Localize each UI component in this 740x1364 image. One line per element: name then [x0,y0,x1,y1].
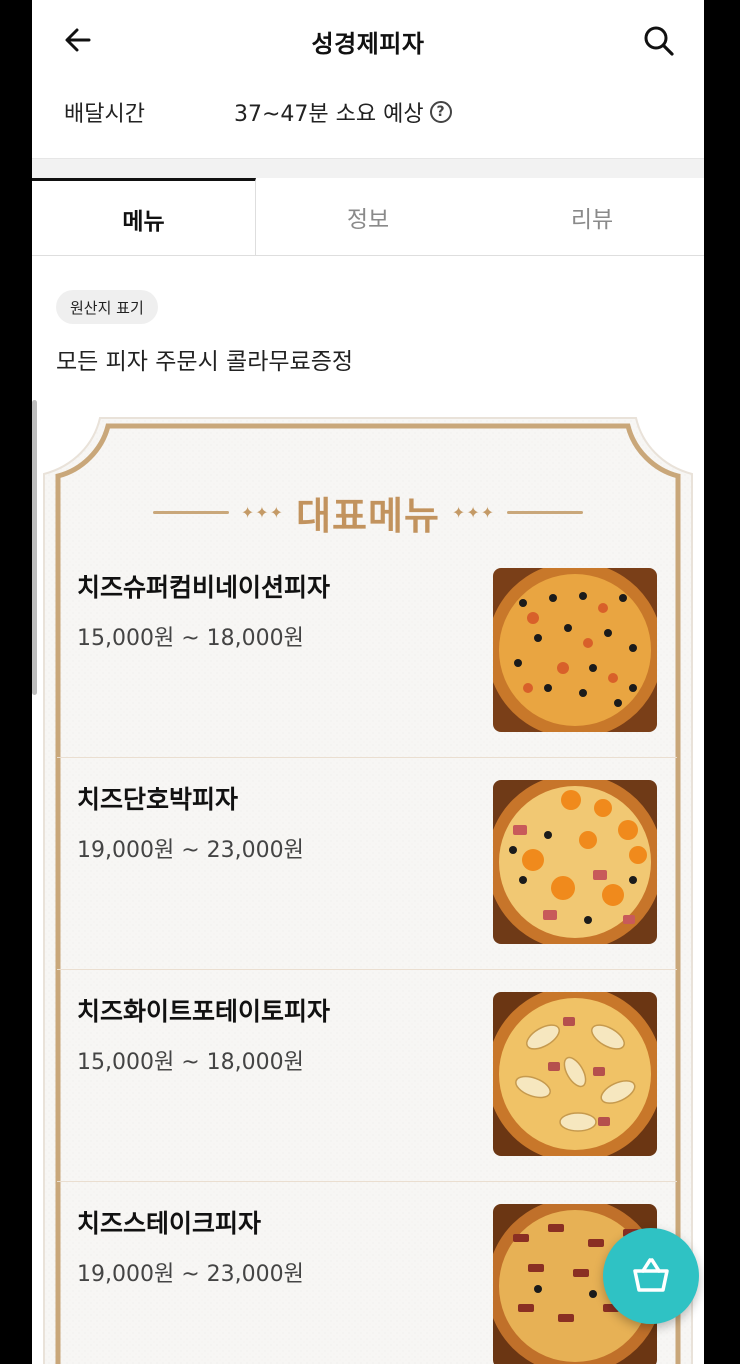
menu-item[interactable]: 치즈슈퍼컴비네이션피자 15,000원 ~ 18,000원 [57,546,677,758]
delivery-time-text: 37~47분 소요 예상 [234,102,424,127]
top-bar: 성경제피자 [32,0,704,80]
menu-item-photo [493,780,657,944]
heading-rule-right [507,510,584,514]
section-divider [32,158,704,178]
menu-item[interactable]: 치즈화이트포테이토피자 15,000원 ~ 18,000원 [57,970,677,1182]
menu-item-name: 치즈단호박피자 [77,785,239,814]
tab-reviews[interactable]: 리뷰 [480,178,704,256]
menu-item[interactable]: 치즈스테이크피자 19,000원 ~ 23,000원 [57,1182,677,1364]
menu-item-name: 치즈슈퍼컴비네이션피자 [77,573,331,602]
menu-item-price: 19,000원 ~ 23,000원 [77,838,304,863]
heading-rule-left [152,510,229,514]
delivery-time-label: 배달시간 [64,102,145,127]
featured-menu-title: 대표메뉴 [296,493,440,538]
page-title: 성경제피자 [311,30,425,58]
cart-button[interactable] [603,1228,699,1324]
menu-item-photo [493,992,657,1156]
sparkle-right: ✦✦✦ [451,502,496,522]
tab-info[interactable]: 정보 [256,178,480,256]
delivery-time-row: 배달시간 37~47분 소요 예상 ? [32,80,704,158]
featured-menu-list: 치즈슈퍼컴비네이션피자 15,000원 ~ 18,000원 치즈단호박피자 19… [57,546,677,1364]
origin-label-chip[interactable]: 원산지 표기 [56,290,158,324]
tab-bar: 메뉴 정보 리뷰 [32,178,704,256]
tab-menu[interactable]: 메뉴 [32,178,256,256]
menu-item[interactable]: 치즈단호박피자 19,000원 ~ 23,000원 [57,758,677,970]
search-icon [644,26,674,56]
delivery-time-value: 37~47분 소요 예상 ? [234,96,452,128]
menu-item-photo [493,568,657,732]
featured-menu-heading: ✦✦✦ 대표메뉴 ✦✦✦ [32,486,704,538]
menu-item-price: 15,000원 ~ 18,000원 [77,1050,304,1075]
sparkle-left: ✦✦✦ [240,502,285,522]
basket-icon [633,1258,669,1292]
menu-item-price: 15,000원 ~ 18,000원 [77,626,304,651]
menu-item-name: 치즈화이트포테이토피자 [77,997,331,1026]
app-screen: 성경제피자 배달시간 37~47분 소요 예상 ? 메뉴 정보 리뷰 원산지 표… [32,0,704,1364]
search-button[interactable] [640,22,678,60]
menu-item-name: 치즈스테이크피자 [77,1209,262,1238]
menu-item-price: 19,000원 ~ 23,000원 [77,1262,304,1287]
help-icon[interactable]: ? [429,101,452,123]
scrollbar[interactable] [32,400,37,695]
promo-notice: 모든 피자 주문시 콜라무료증정 [56,349,354,375]
